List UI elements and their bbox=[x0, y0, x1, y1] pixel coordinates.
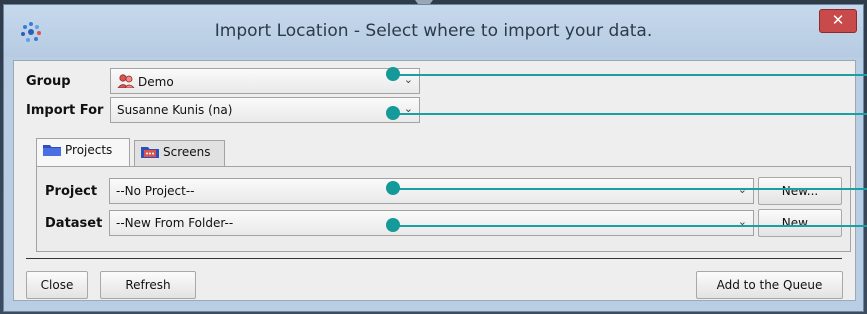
dialog-title: Import Location - Select where to import… bbox=[214, 21, 653, 41]
refresh-button[interactable]: Refresh bbox=[100, 271, 196, 299]
import-for-value: Susanne Kunis (na) bbox=[117, 103, 233, 117]
import-for-select[interactable]: Susanne Kunis (na) ⌄ bbox=[110, 97, 420, 123]
annotation-line-import-for bbox=[396, 113, 867, 115]
dataset-label: Dataset bbox=[45, 216, 103, 231]
group-value-wrap: Demo bbox=[117, 74, 174, 89]
close-button[interactable]: Close bbox=[26, 271, 88, 299]
tab-screens-label: Screens bbox=[163, 145, 211, 159]
annotation-dot-import-for bbox=[386, 106, 400, 120]
group-select[interactable]: Demo ⌄ bbox=[110, 68, 420, 94]
annotation-line-group bbox=[396, 74, 867, 76]
annotation-dot-dataset bbox=[386, 218, 400, 232]
annotation-dot-project bbox=[386, 181, 400, 195]
projects-tab-panel: Project --No Project-- ⌄ New... Dataset … bbox=[36, 166, 851, 252]
project-value: --No Project-- bbox=[116, 184, 195, 198]
new-project-button[interactable]: New... bbox=[758, 177, 842, 205]
window-close-button[interactable]: ✕ bbox=[819, 9, 857, 33]
screen-plate-icon bbox=[141, 147, 159, 158]
new-dataset-button[interactable]: New... bbox=[758, 209, 842, 237]
dataset-select[interactable]: --New From Folder-- ⌄ bbox=[109, 210, 754, 236]
tab-projects[interactable]: Projects bbox=[36, 138, 130, 166]
group-users-icon bbox=[117, 74, 135, 88]
annotation-line-dataset bbox=[396, 225, 867, 227]
dataset-value: --New From Folder-- bbox=[116, 216, 234, 230]
import-for-label: Import For bbox=[26, 103, 104, 118]
group-value: Demo bbox=[138, 75, 174, 89]
project-label: Project bbox=[45, 184, 98, 199]
title-bar: Import Location - Select where to import… bbox=[4, 5, 863, 57]
add-to-queue-button[interactable]: Add to the Queue bbox=[696, 271, 843, 299]
tab-projects-label: Projects bbox=[65, 143, 113, 157]
folder-icon bbox=[43, 145, 61, 156]
project-select[interactable]: --No Project-- ⌄ bbox=[109, 178, 754, 204]
group-label: Group bbox=[26, 74, 71, 89]
annotation-dot-group bbox=[386, 67, 400, 81]
import-location-dialog: Import Location - Select where to import… bbox=[3, 4, 864, 312]
tab-screens[interactable]: Screens bbox=[134, 140, 225, 166]
button-separator bbox=[26, 258, 842, 259]
annotation-line-project bbox=[396, 188, 867, 190]
dialog-content: Group Demo ⌄ Import For Susanne Kunis (n… bbox=[13, 60, 856, 301]
